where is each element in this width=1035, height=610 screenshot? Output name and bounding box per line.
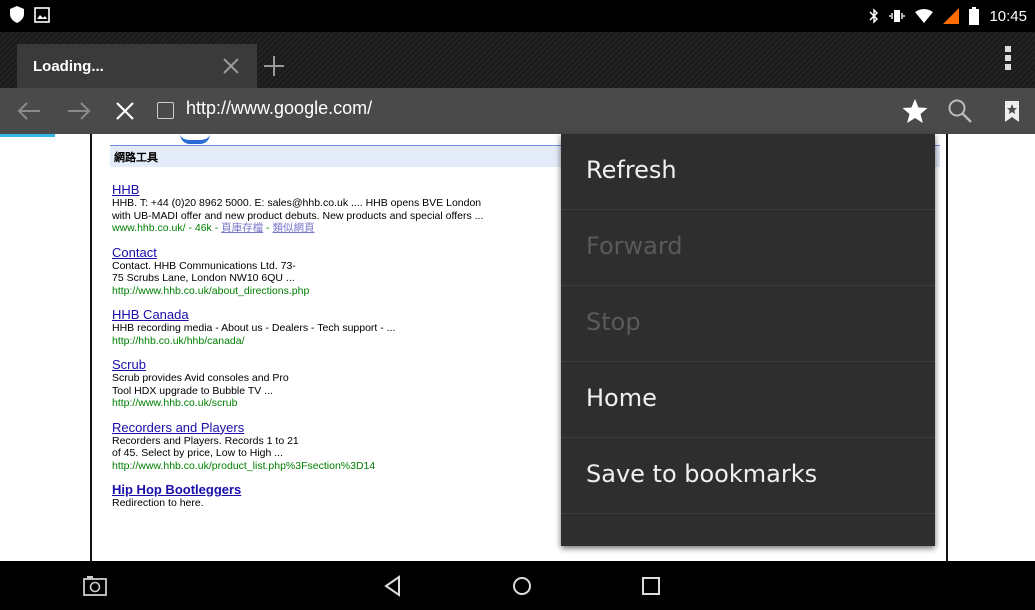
home-circle-icon[interactable] xyxy=(509,573,535,599)
page-frame-left xyxy=(90,134,92,561)
cached-link[interactable]: 頁庫存檔 xyxy=(221,222,263,234)
result-url: http://www.hhb.co.uk/scrub xyxy=(112,397,238,409)
tab-active[interactable]: Loading... xyxy=(17,44,257,88)
result-snippet: HHB. T: +44 (0)20 8962 5000. E: sales@hh… xyxy=(112,197,484,222)
menu-item-label: Save to bookmarks xyxy=(586,460,818,488)
overflow-menu-popup: Refresh Forward Stop Home Save to bookma… xyxy=(561,134,935,546)
vibrate-icon xyxy=(889,10,906,22)
result-title-link[interactable]: Hip Hop Bootleggers xyxy=(112,482,552,497)
tab-bar: Loading... xyxy=(0,32,1035,88)
bluetooth-icon xyxy=(869,8,879,24)
close-icon[interactable] xyxy=(217,52,245,80)
wifi-icon xyxy=(915,9,934,23)
shield-icon xyxy=(10,6,24,23)
signal-icon xyxy=(943,8,960,24)
overflow-menu-icon[interactable] xyxy=(1000,44,1016,72)
loading-progress-indicator xyxy=(0,134,55,137)
screenshot-camera-icon[interactable] xyxy=(82,573,108,599)
menu-item-save-to-bookmarks[interactable]: Save to bookmarks xyxy=(561,438,935,514)
menu-item-forward[interactable]: Forward xyxy=(561,210,935,286)
menu-item-home[interactable]: Home xyxy=(561,362,935,438)
result-title-link[interactable]: HHB xyxy=(112,182,552,197)
section-header-label: 網路工具 xyxy=(114,151,158,164)
google-logo-fragment xyxy=(180,134,210,144)
menu-item-partial[interactable] xyxy=(561,514,935,546)
menu-item-refresh[interactable]: Refresh xyxy=(561,134,935,210)
forward-arrow-icon[interactable] xyxy=(64,96,94,126)
result-snippet: Recorders and Players. Records 1 to 21 o… xyxy=(112,434,299,460)
bookmarks-icon[interactable] xyxy=(997,96,1027,126)
menu-item-label: Refresh xyxy=(586,156,677,184)
battery-icon xyxy=(969,7,980,25)
search-result: HHB HHB. T: +44 (0)20 8962 5000. E: sale… xyxy=(112,182,552,235)
search-results: HHB HHB. T: +44 (0)20 8962 5000. E: sale… xyxy=(112,182,552,520)
search-icon[interactable] xyxy=(945,96,975,126)
address-bar: http://www.google.com/ xyxy=(0,88,1035,134)
back-arrow-icon[interactable] xyxy=(14,96,44,126)
new-tab-plus-icon[interactable] xyxy=(258,50,290,82)
star-bookmark-icon[interactable] xyxy=(900,96,930,126)
result-snippet: HHB recording media - About us - Dealers… xyxy=(112,322,396,334)
recents-square-icon[interactable] xyxy=(638,573,664,599)
menu-item-stop[interactable]: Stop xyxy=(561,286,935,362)
stop-loading-icon[interactable] xyxy=(110,96,140,126)
similar-link[interactable]: 類似網頁 xyxy=(272,222,314,234)
result-snippet: Scrub provides Avid consoles and Pro Too… xyxy=(112,372,289,397)
result-url: http://www.hhb.co.uk/about_directions.ph… xyxy=(112,284,310,297)
status-system: 10:45 xyxy=(869,0,1027,32)
search-result: Contact Contact. HHB Communications Ltd.… xyxy=(112,245,552,298)
status-time: 10:45 xyxy=(989,7,1027,25)
result-snippet: Contact. HHB Communications Ltd. 73- 75 … xyxy=(112,259,296,285)
navigation-bar xyxy=(0,561,1035,610)
site-info-icon[interactable] xyxy=(157,102,174,119)
url-field[interactable]: http://www.google.com/ xyxy=(186,98,372,119)
menu-item-label: Home xyxy=(586,384,657,412)
search-result: Hip Hop Bootleggers Redirection to here. xyxy=(112,482,552,510)
search-result: Scrub Scrub provides Avid consoles and P… xyxy=(112,357,552,410)
result-url: http://hhb.co.uk/hhb/canada/ xyxy=(112,334,245,347)
status-notifications xyxy=(10,6,50,23)
result-title-link[interactable]: Contact xyxy=(112,245,552,260)
result-url: http://www.hhb.co.uk/product_list.php%3F… xyxy=(112,459,376,472)
status-bar: 10:45 xyxy=(0,0,1035,32)
result-url: www.hhb.co.uk/ - 46k - 頁庫存檔 - 類似網頁 xyxy=(112,222,552,235)
back-triangle-icon[interactable] xyxy=(380,573,406,599)
result-title-link[interactable]: HHB Canada xyxy=(112,307,552,322)
menu-item-label: Stop xyxy=(586,308,641,336)
tab-title: Loading... xyxy=(33,58,104,75)
result-url-text: www.hhb.co.uk/ - 46k - xyxy=(112,222,222,234)
result-snippet: Redirection to here. xyxy=(112,497,204,509)
search-result: HHB Canada HHB recording media - About u… xyxy=(112,307,552,347)
image-notification-icon xyxy=(34,6,50,23)
page-frame-right xyxy=(946,134,948,561)
result-title-link[interactable]: Recorders and Players xyxy=(112,420,552,435)
menu-item-label: Forward xyxy=(586,232,683,260)
result-title-link[interactable]: Scrub xyxy=(112,357,552,372)
search-result: Recorders and Players Recorders and Play… xyxy=(112,420,552,473)
